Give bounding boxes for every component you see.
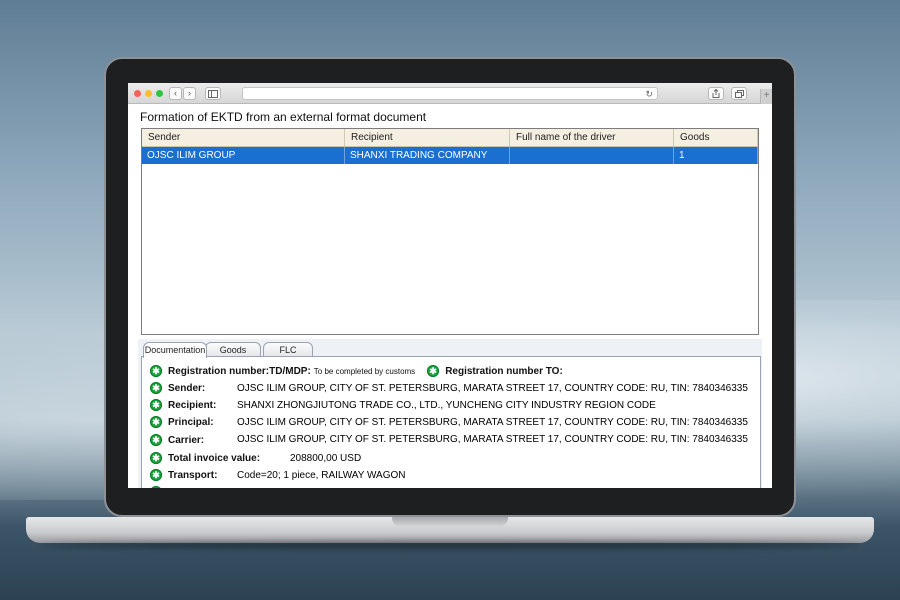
registration-td-label: TD/MDP: <box>269 365 311 377</box>
forward-button[interactable]: › <box>183 87 196 100</box>
column-header-sender[interactable]: Sender <box>142 129 345 146</box>
laptop-notch <box>392 517 508 526</box>
sidebar-icon[interactable] <box>205 87 221 100</box>
reload-icon[interactable]: ↻ <box>645 88 653 100</box>
invoice-value: 208800,00 USD <box>290 453 362 464</box>
transport-label: Transport: <box>168 469 218 481</box>
check-icon: ✱ <box>150 452 162 464</box>
table-row[interactable]: OJSC ILIM GROUP SHANXI TRADING COMPANY 1 <box>142 147 758 164</box>
registration-to-label: Registration number TO: <box>445 365 563 377</box>
share-icon[interactable] <box>708 87 724 100</box>
cell-recipient: SHANXI TRADING COMPANY <box>345 147 510 164</box>
table-header: Sender Recipient Full name of the driver… <box>142 129 758 147</box>
principal-label: Principal: <box>168 416 214 428</box>
laptop-shadow <box>40 541 860 549</box>
transport-line: ✱ Transport: <box>150 468 217 482</box>
column-header-goods[interactable]: Goods <box>674 129 758 146</box>
registration-line: ✱ Registration number: TD/MDP: To be com… <box>150 364 563 378</box>
check-icon: ✱ <box>150 365 162 377</box>
registration-td-value: To be completed by customs <box>313 366 416 376</box>
cell-goods: 1 <box>674 147 758 164</box>
details-area: Documentation Goods FLC ✱ Registration n… <box>138 339 762 488</box>
carrier-value: OJSC ILIM GROUP, CITY OF ST. PETERSBURG,… <box>237 434 748 445</box>
page-title: Formation of EKTD from an external forma… <box>140 110 427 124</box>
check-icon: ✱ <box>150 486 162 488</box>
transport-value: Code=20; 1 piece, RAILWAY WAGON <box>237 470 406 481</box>
minimize-window-button[interactable] <box>145 90 152 97</box>
truncated-line: ✱ <box>150 485 168 488</box>
tab-flc[interactable]: FLC <box>263 342 313 357</box>
tab-goods[interactable]: Goods <box>205 342 261 357</box>
recipient-label: Recipient: <box>168 399 217 411</box>
close-window-button[interactable] <box>134 90 141 97</box>
zoom-window-button[interactable] <box>156 90 163 97</box>
recipient-line: ✱ Recipient: <box>150 398 216 412</box>
sender-line: ✱ Sender: <box>150 381 205 395</box>
check-icon: ✱ <box>150 434 162 446</box>
new-tab-button[interactable]: + <box>760 89 772 104</box>
recipient-value: SHANXI ZHONGJIUTONG TRADE CO., LTD., YUN… <box>237 400 656 411</box>
address-bar[interactable]: ↻ <box>242 87 658 100</box>
documents-table: Sender Recipient Full name of the driver… <box>141 128 759 335</box>
check-icon: ✱ <box>150 382 162 394</box>
cell-sender: OJSC ILIM GROUP <box>142 147 345 164</box>
tabs-icon[interactable] <box>731 87 747 100</box>
laptop-screen: ‹ › ↻ + Formation of EKTD from an extern… <box>128 83 772 488</box>
invoice-line: ✱ Total invoice value: <box>150 451 260 465</box>
cell-driver <box>510 147 674 164</box>
tab-documentation[interactable]: Documentation <box>143 342 207 358</box>
check-icon: ✱ <box>150 416 162 428</box>
check-icon: ✱ <box>150 399 162 411</box>
check-icon: ✱ <box>150 469 162 481</box>
documentation-panel: ✱ Registration number: TD/MDP: To be com… <box>141 356 761 488</box>
check-icon: ✱ <box>427 365 440 377</box>
principal-line: ✱ Principal: <box>150 415 214 429</box>
sender-label: Sender: <box>168 382 206 394</box>
carrier-line: ✱ Carrier: <box>150 433 204 447</box>
column-header-driver[interactable]: Full name of the driver <box>510 129 674 146</box>
invoice-label: Total invoice value: <box>168 452 261 464</box>
browser-toolbar: ‹ › ↻ + <box>128 83 772 104</box>
column-header-recipient[interactable]: Recipient <box>345 129 510 146</box>
sender-value: OJSC ILIM GROUP, CITY OF ST. PETERSBURG,… <box>237 383 748 394</box>
back-button[interactable]: ‹ <box>169 87 182 100</box>
registration-label: Registration number: <box>168 365 270 377</box>
principal-value: OJSC ILIM GROUP, CITY OF ST. PETERSBURG,… <box>237 417 748 428</box>
carrier-label: Carrier: <box>168 434 205 446</box>
